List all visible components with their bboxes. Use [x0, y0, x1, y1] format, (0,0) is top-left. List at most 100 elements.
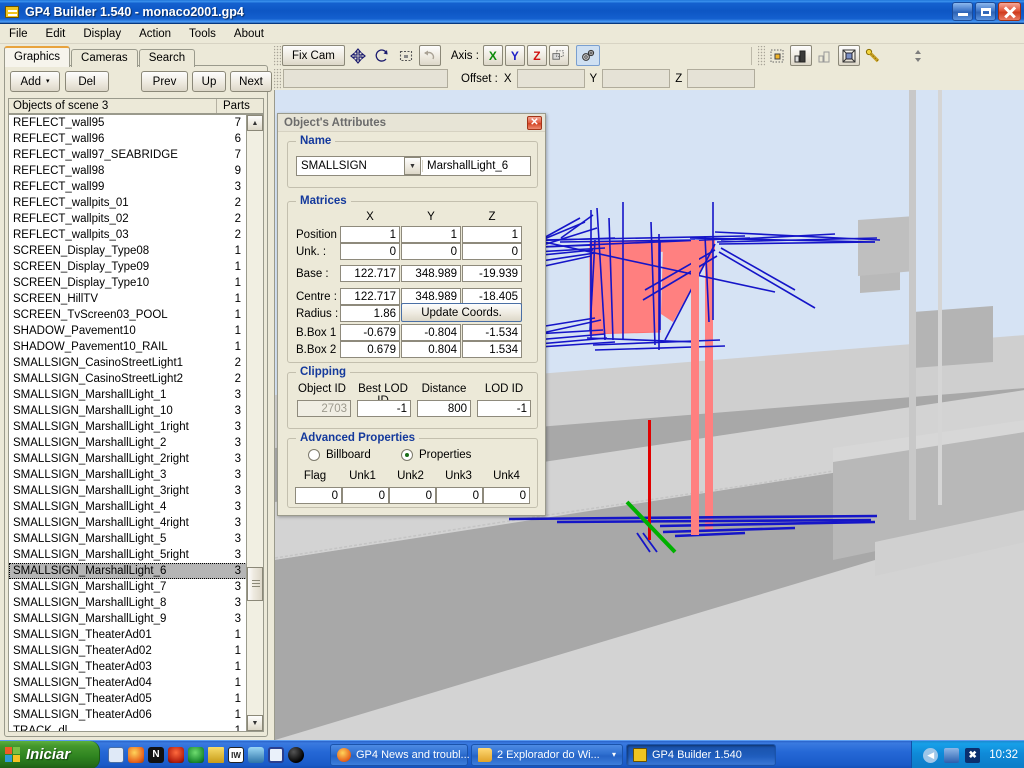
list-item[interactable]: SMALLSIGN_TheaterAd01 1 — [9, 627, 247, 643]
list-item[interactable]: SMALLSIGN_MarshallLight_8 3 — [9, 595, 247, 611]
list-item[interactable]: SMALLSIGN_MarshallLight_4 3 — [9, 499, 247, 515]
tab-search[interactable]: Search — [138, 49, 196, 67]
unk1-field[interactable]: 0 — [342, 487, 389, 504]
bbox2-y-field[interactable]: 0.804 — [401, 341, 461, 358]
flag-field[interactable]: 0 — [295, 487, 342, 504]
unk-x-field[interactable]: 0 — [340, 243, 400, 260]
start-button[interactable]: Iniciar — [0, 740, 100, 768]
fix-cam-button[interactable]: Fix Cam — [282, 45, 345, 66]
taskbar-item-explorer-group[interactable]: 2 Explorador do Wi... ▾ — [471, 743, 623, 766]
taskbar-item-gp4-news[interactable]: GP4 News and troubl... — [330, 743, 470, 766]
list-item[interactable]: REFLECT_wall97_SEABRIDGE 7 — [9, 147, 247, 163]
list-item[interactable]: SMALLSIGN_MarshallLight_1 3 — [9, 387, 247, 403]
object-bbox-icon[interactable] — [837, 45, 860, 66]
best-lod-id-field[interactable]: -1 — [357, 400, 411, 417]
duplicate-icon[interactable] — [548, 45, 569, 66]
name-suffix-value[interactable]: MarshallLight_6 — [422, 160, 530, 172]
object-wire-icon[interactable] — [814, 45, 836, 66]
list-item[interactable]: SCREEN_Display_Type10 1 — [9, 275, 247, 291]
menu-action[interactable]: Action — [130, 26, 180, 42]
netscape-icon[interactable]: N — [148, 746, 164, 763]
list-item[interactable]: SMALLSIGN_MarshallLight_4right 3 — [9, 515, 247, 531]
unk3-field[interactable]: 0 — [436, 487, 483, 504]
radius-field[interactable]: 1.86 — [340, 305, 400, 322]
list-item[interactable]: SMALLSIGN_MarshallLight_3right 3 — [9, 483, 247, 499]
marquee-select-icon[interactable] — [395, 45, 417, 66]
list-item[interactable]: SMALLSIGN_CasinoStreetLight2 2 — [9, 371, 247, 387]
scroll-down-icon[interactable]: ▼ — [247, 715, 263, 731]
offset-y-input[interactable] — [602, 69, 671, 88]
centre-x-field[interactable]: 122.717 — [340, 288, 400, 305]
billboard-radio[interactable] — [308, 449, 320, 461]
firefox-icon[interactable] — [128, 746, 144, 763]
quicktime-icon[interactable] — [268, 746, 284, 763]
list-item[interactable]: REFLECT_wall99 3 — [9, 179, 247, 195]
taskbar-clock[interactable]: 10:32 — [989, 749, 1018, 761]
bbox1-z-field[interactable]: -1.534 — [462, 324, 522, 341]
list-item[interactable]: REFLECT_wall96 6 — [9, 131, 247, 147]
list-item[interactable]: SMALLSIGN_MarshallLight_6 3 — [9, 563, 247, 579]
toolbar-grip-2[interactable] — [757, 45, 765, 66]
list-item[interactable]: SMALLSIGN_CasinoStreetLight1 2 — [9, 355, 247, 371]
unk-z-field[interactable]: 0 — [462, 243, 522, 260]
toolbar-grip-3[interactable] — [274, 68, 281, 89]
menu-about[interactable]: About — [225, 26, 273, 42]
chevron-down-icon[interactable]: ▾ — [612, 750, 616, 759]
list-item[interactable]: SMALLSIGN_MarshallLight_9 3 — [9, 611, 247, 627]
list-item[interactable]: TRACK_dl 1 — [9, 723, 247, 731]
bbox1-y-field[interactable]: -0.804 — [401, 324, 461, 341]
object-points-icon[interactable] — [766, 45, 788, 66]
utorrent-icon[interactable] — [188, 746, 204, 763]
base-x-field[interactable]: 122.717 — [340, 265, 400, 282]
toolbar-grip[interactable] — [274, 45, 281, 66]
list-item[interactable]: REFLECT_wall98 9 — [9, 163, 247, 179]
lod-id-field[interactable]: -1 — [477, 400, 531, 417]
objects-listbox[interactable]: REFLECT_wall95 7 REFLECT_wall96 6 REFLECT_wa… — [8, 114, 264, 732]
list-item[interactable]: SMALLSIGN_MarshallLight_2right 3 — [9, 451, 247, 467]
list-item[interactable]: SMALLSIGN_MarshallLight_1right 3 — [9, 419, 247, 435]
object-solid-icon[interactable] — [789, 45, 812, 66]
outlook-express-icon[interactable] — [108, 746, 124, 763]
objects-list-scrollbar[interactable]: ▲ ▼ — [246, 115, 263, 731]
billboard-radio-row[interactable]: Billboard — [308, 449, 371, 461]
list-item[interactable]: REFLECT_wallpits_01 2 — [9, 195, 247, 211]
prev-button[interactable]: Prev — [141, 71, 188, 92]
list-item[interactable]: REFLECT_wall95 7 — [9, 115, 247, 131]
scroll-up-icon[interactable]: ▲ — [247, 115, 263, 131]
restore-button[interactable] — [975, 2, 996, 21]
menu-display[interactable]: Display — [74, 26, 130, 42]
update-coords-button[interactable]: Update Coords. — [401, 303, 522, 322]
next-button[interactable]: Next — [230, 71, 272, 92]
minimize-button[interactable] — [952, 2, 973, 21]
list-item[interactable]: SHADOW_Pavement10_RAIL 1 — [9, 339, 247, 355]
axis-z-button[interactable]: Z — [526, 45, 547, 66]
distance-field[interactable]: 800 — [417, 400, 471, 417]
base-y-field[interactable]: 348.989 — [401, 265, 461, 282]
menu-edit[interactable]: Edit — [37, 26, 75, 42]
winamp-icon[interactable]: IW — [228, 746, 244, 763]
properties-radio[interactable] — [401, 449, 413, 461]
bluetooth-icon[interactable]: ✖ — [965, 747, 981, 763]
offset-z-input[interactable] — [687, 69, 756, 88]
tab-graphics[interactable]: Graphics — [4, 46, 71, 67]
list-item[interactable]: REFLECT_wallpits_02 2 — [9, 211, 247, 227]
bbox2-x-field[interactable]: 0.679 — [340, 341, 400, 358]
list-item[interactable]: SMALLSIGN_TheaterAd06 1 — [9, 707, 247, 723]
list-item[interactable]: SHADOW_Pavement10 1 — [9, 323, 247, 339]
opera-icon[interactable] — [168, 746, 184, 763]
offset-x-input[interactable] — [516, 69, 585, 88]
menu-tools[interactable]: Tools — [180, 26, 225, 42]
bbox2-z-field[interactable]: 1.534 — [462, 341, 522, 358]
taskbar-item-gp4-builder[interactable]: GP4 Builder 1.540 — [626, 743, 776, 766]
list-item[interactable]: SMALLSIGN_MarshallLight_3 3 — [9, 467, 247, 483]
properties-radio-row[interactable]: Properties — [401, 449, 471, 461]
scrollbar-thumb[interactable] — [247, 567, 263, 601]
list-item[interactable]: SCREEN_HillTV 1 — [9, 291, 247, 307]
unk4-field[interactable]: 0 — [483, 487, 530, 504]
show-desktop-icon[interactable] — [208, 746, 224, 763]
rotate-icon[interactable] — [371, 45, 393, 66]
unk-y-field[interactable]: 0 — [401, 243, 461, 260]
list-item[interactable]: SCREEN_TvScreen03_POOL 1 — [9, 307, 247, 323]
axis-y-button[interactable]: Y — [504, 45, 525, 66]
list-item[interactable]: SMALLSIGN_MarshallLight_2 3 — [9, 435, 247, 451]
